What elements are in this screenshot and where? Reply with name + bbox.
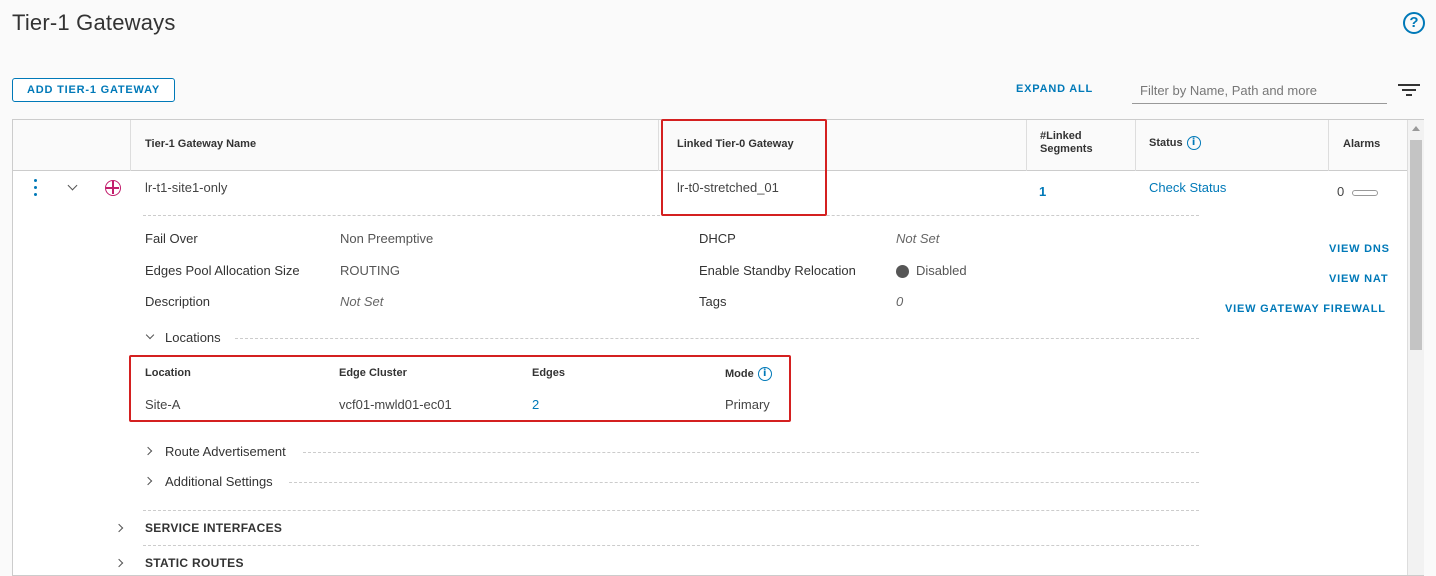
tier1-gateway-icon — [105, 180, 121, 196]
info-icon[interactable]: i — [1186, 136, 1201, 150]
gateway-name: lr-t1-site1-only — [145, 180, 228, 195]
vertical-scrollbar[interactable] — [1407, 120, 1424, 575]
detail-label-edges-pool: Edges Pool Allocation Size — [145, 263, 300, 278]
filter-lines-icon[interactable] — [1398, 84, 1420, 98]
column-header-name[interactable]: Tier-1 Gateway Name — [145, 138, 256, 150]
locations-header-location: Location — [145, 367, 191, 379]
view-dns-link[interactable]: VIEW DNS — [1329, 243, 1390, 255]
locations-header-mode: Mode i — [725, 367, 772, 381]
chevron-right-icon[interactable] — [114, 558, 124, 568]
linked-tier0-value: lr-t0-stretched_01 — [677, 180, 779, 195]
grid-header: Tier-1 Gateway Name Linked Tier-0 Gatewa… — [13, 120, 1407, 171]
check-status-link[interactable]: Check Status — [1149, 180, 1226, 195]
detail-label-tags: Tags — [699, 294, 727, 309]
chevron-right-icon[interactable] — [143, 446, 153, 456]
filter-input[interactable] — [1132, 78, 1387, 104]
detail-label-failover: Fail Over — [145, 231, 198, 246]
edge-cluster-value: vcf01-mwld01-ec01 — [339, 397, 452, 412]
disabled-status-icon — [896, 265, 909, 279]
column-header-alarms[interactable]: Alarms — [1343, 138, 1380, 150]
alarms-bar — [1352, 189, 1379, 196]
alarms-count: 0 — [1337, 184, 1379, 199]
add-tier1-gateway-button[interactable]: ADD TIER-1 GATEWAY — [12, 78, 175, 102]
locations-header-edges: Edges — [532, 367, 566, 379]
detail-value-dhcp: Not Set — [896, 231, 940, 246]
help-icon[interactable]: ? — [1403, 12, 1425, 34]
detail-value-description: Not Set — [340, 294, 384, 309]
linked-segments-count[interactable]: 1 — [1039, 184, 1046, 199]
column-header-status[interactable]: Status i — [1149, 136, 1201, 150]
column-header-linked-segments[interactable]: #Linked Segments — [1040, 130, 1110, 156]
column-header-linked-tier0[interactable]: Linked Tier-0 Gateway — [677, 138, 794, 150]
page-title: Tier-1 Gateways — [12, 10, 176, 35]
gateways-grid: Tier-1 Gateway Name Linked Tier-0 Gatewa… — [12, 119, 1424, 576]
detail-label-dhcp: DHCP — [699, 231, 736, 246]
detail-value-edges-pool: ROUTING — [340, 263, 400, 278]
chevron-right-icon[interactable] — [114, 523, 124, 533]
highlight-box-locations — [129, 355, 791, 422]
detail-value-tags: 0 — [896, 294, 904, 309]
service-interfaces-toggle[interactable]: SERVICE INTERFACES — [145, 521, 282, 535]
standby-relocation-text: Disabled — [916, 263, 967, 278]
detail-label-description: Description — [145, 294, 211, 309]
locations-section-toggle[interactable]: Locations — [165, 330, 221, 345]
detail-value-standby-relocation: Disabled — [896, 263, 967, 279]
chevron-right-icon[interactable] — [143, 476, 153, 486]
info-icon[interactable]: i — [757, 367, 772, 381]
expand-all-link[interactable]: EXPAND ALL — [1016, 83, 1093, 95]
mode-header-label: Mode — [725, 367, 754, 380]
static-routes-toggle[interactable]: STATIC ROUTES — [145, 556, 244, 570]
kebab-menu-icon[interactable] — [33, 179, 39, 197]
chevron-down-icon[interactable] — [145, 330, 155, 340]
scroll-thumb[interactable] — [1410, 140, 1422, 350]
scroll-up-arrow[interactable] — [1412, 126, 1420, 131]
detail-label-standby-relocation: Enable Standby Relocation — [699, 263, 856, 278]
locations-header-edge-cluster: Edge Cluster — [339, 367, 407, 379]
mode-value: Primary — [725, 397, 770, 412]
location-value: Site-A — [145, 397, 181, 412]
detail-value-failover: Non Preemptive — [340, 231, 434, 246]
chevron-down-icon[interactable] — [67, 180, 78, 191]
view-gateway-firewall-link[interactable]: VIEW GATEWAY FIREWALL — [1225, 303, 1386, 315]
status-header-label: Status — [1149, 136, 1183, 149]
view-nat-link[interactable]: VIEW NAT — [1329, 273, 1388, 285]
additional-settings-toggle[interactable]: Additional Settings — [165, 474, 273, 489]
alarms-value: 0 — [1337, 184, 1345, 199]
route-advertisement-toggle[interactable]: Route Advertisement — [165, 444, 286, 459]
edges-count-link[interactable]: 2 — [532, 397, 539, 412]
